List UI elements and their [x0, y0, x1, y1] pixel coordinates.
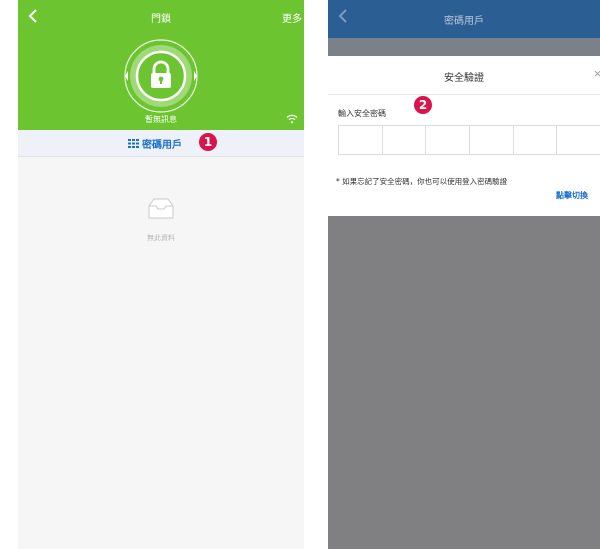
security-dialog: 安全驗證 × 輸入安全密碼 * 如果忘記了安全密碼，你也可以使用登入密碼驗證 點…: [328, 56, 600, 216]
empty-state-text: 無此資料: [147, 234, 175, 242]
page-title: 密碼用戶: [444, 16, 484, 27]
code-cell[interactable]: [425, 125, 470, 155]
door-lock-screen: 門鎖 更多 暫無訊息 密碼用戶 無此資料: [18, 0, 304, 549]
page-title: 門鎖: [151, 14, 171, 25]
code-cell[interactable]: [381, 125, 426, 155]
dialog-title: 安全驗證: [444, 73, 484, 84]
security-code-input[interactable]: [338, 125, 600, 155]
security-verification-screen: 密碼用戶 安全驗證 × 輸入安全密碼 * 如果忘記了安全密碼，你也可以使用登入密…: [328, 0, 600, 549]
hint-text: * 如果忘記了安全密碼，你也可以使用登入密碼驗證: [336, 177, 508, 186]
divider: [328, 94, 600, 95]
code-cell[interactable]: [556, 125, 600, 155]
code-cell[interactable]: [338, 125, 382, 155]
more-button[interactable]: 更多: [282, 10, 302, 25]
step-badge-2: 2: [414, 96, 432, 114]
password-users-header: 密碼用戶: [328, 0, 600, 38]
empty-tray-icon: [148, 198, 174, 219]
status-text: 暫無訊息: [145, 115, 177, 124]
wifi-icon: [286, 114, 298, 124]
dimmed-background: [328, 38, 600, 56]
grid-icon: [128, 138, 139, 148]
tab-bar: 密碼用戶: [18, 130, 304, 157]
password-label: 輸入安全密碼: [338, 109, 386, 118]
step-badge-1: 1: [199, 133, 217, 151]
switch-verification-link[interactable]: 點擊切換: [556, 190, 588, 201]
lock-icon[interactable]: [123, 38, 199, 114]
code-cell[interactable]: [512, 125, 557, 155]
tab-label: 密碼用戶: [142, 139, 182, 151]
tab-password-users[interactable]: 密碼用戶: [128, 136, 182, 151]
lock-header: 門鎖 更多 暫無訊息: [18, 0, 304, 130]
close-icon[interactable]: ×: [593, 67, 600, 80]
code-cell[interactable]: [469, 125, 513, 155]
